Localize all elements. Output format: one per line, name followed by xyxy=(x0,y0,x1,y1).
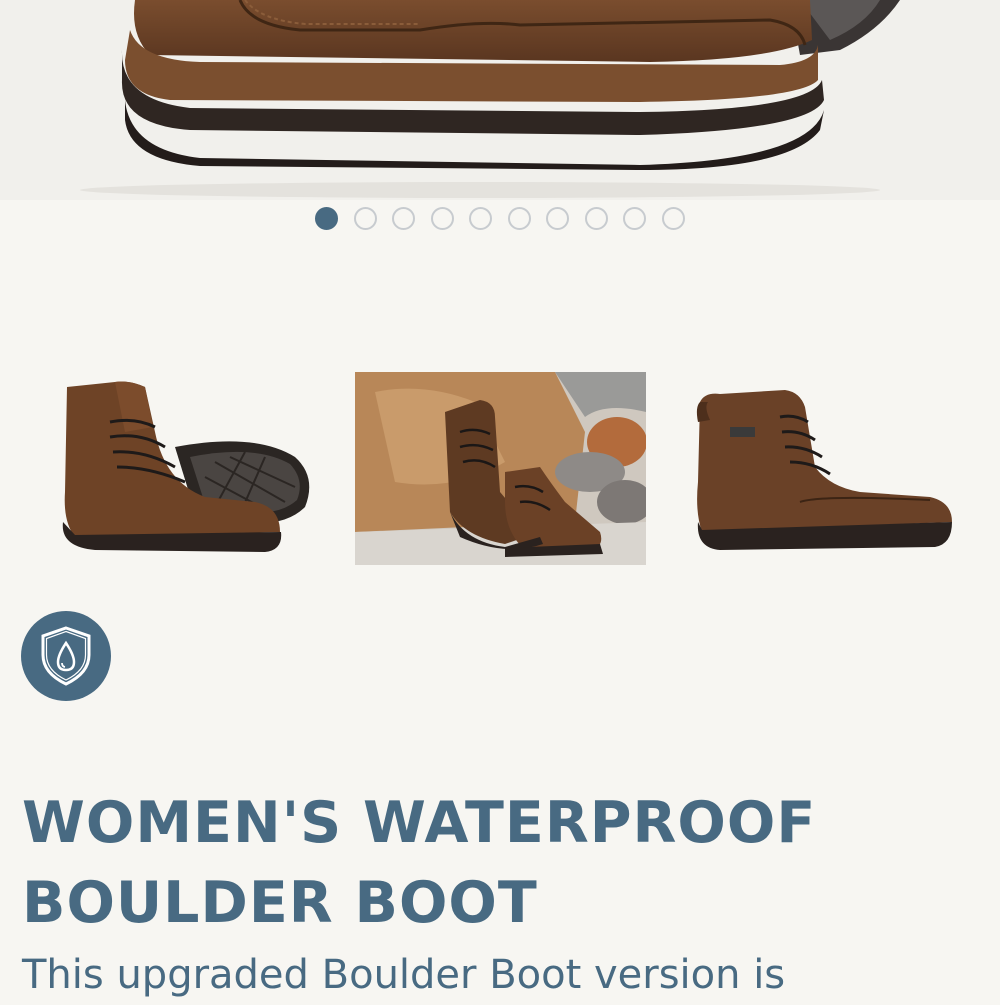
carousel-dot[interactable] xyxy=(469,207,493,230)
product-description: This upgraded Boulder Boot version is xyxy=(22,952,786,998)
carousel-dot[interactable] xyxy=(315,207,339,230)
carousel-dot[interactable] xyxy=(430,207,454,230)
carousel-dot[interactable] xyxy=(546,207,570,230)
thumbnail-boot-pair[interactable] xyxy=(55,372,317,565)
thumbnail-single-boot[interactable] xyxy=(690,372,955,565)
carousel-dot[interactable] xyxy=(661,207,685,230)
carousel-dot[interactable] xyxy=(392,207,416,230)
waterproof-badge xyxy=(21,611,111,701)
carousel-dot[interactable] xyxy=(623,207,647,230)
hero-product-image[interactable] xyxy=(0,0,1000,200)
carousel-dot[interactable] xyxy=(353,207,377,230)
carousel-dot[interactable] xyxy=(584,207,608,230)
carousel-dot[interactable] xyxy=(507,207,531,230)
carousel-pagination xyxy=(0,207,1000,235)
product-title: WOMEN'S WATERPROOF BOULDER BOOT xyxy=(22,790,817,936)
waterproof-shield-icon xyxy=(41,626,91,686)
thumbnail-boots-on-rocks[interactable] xyxy=(355,372,646,565)
